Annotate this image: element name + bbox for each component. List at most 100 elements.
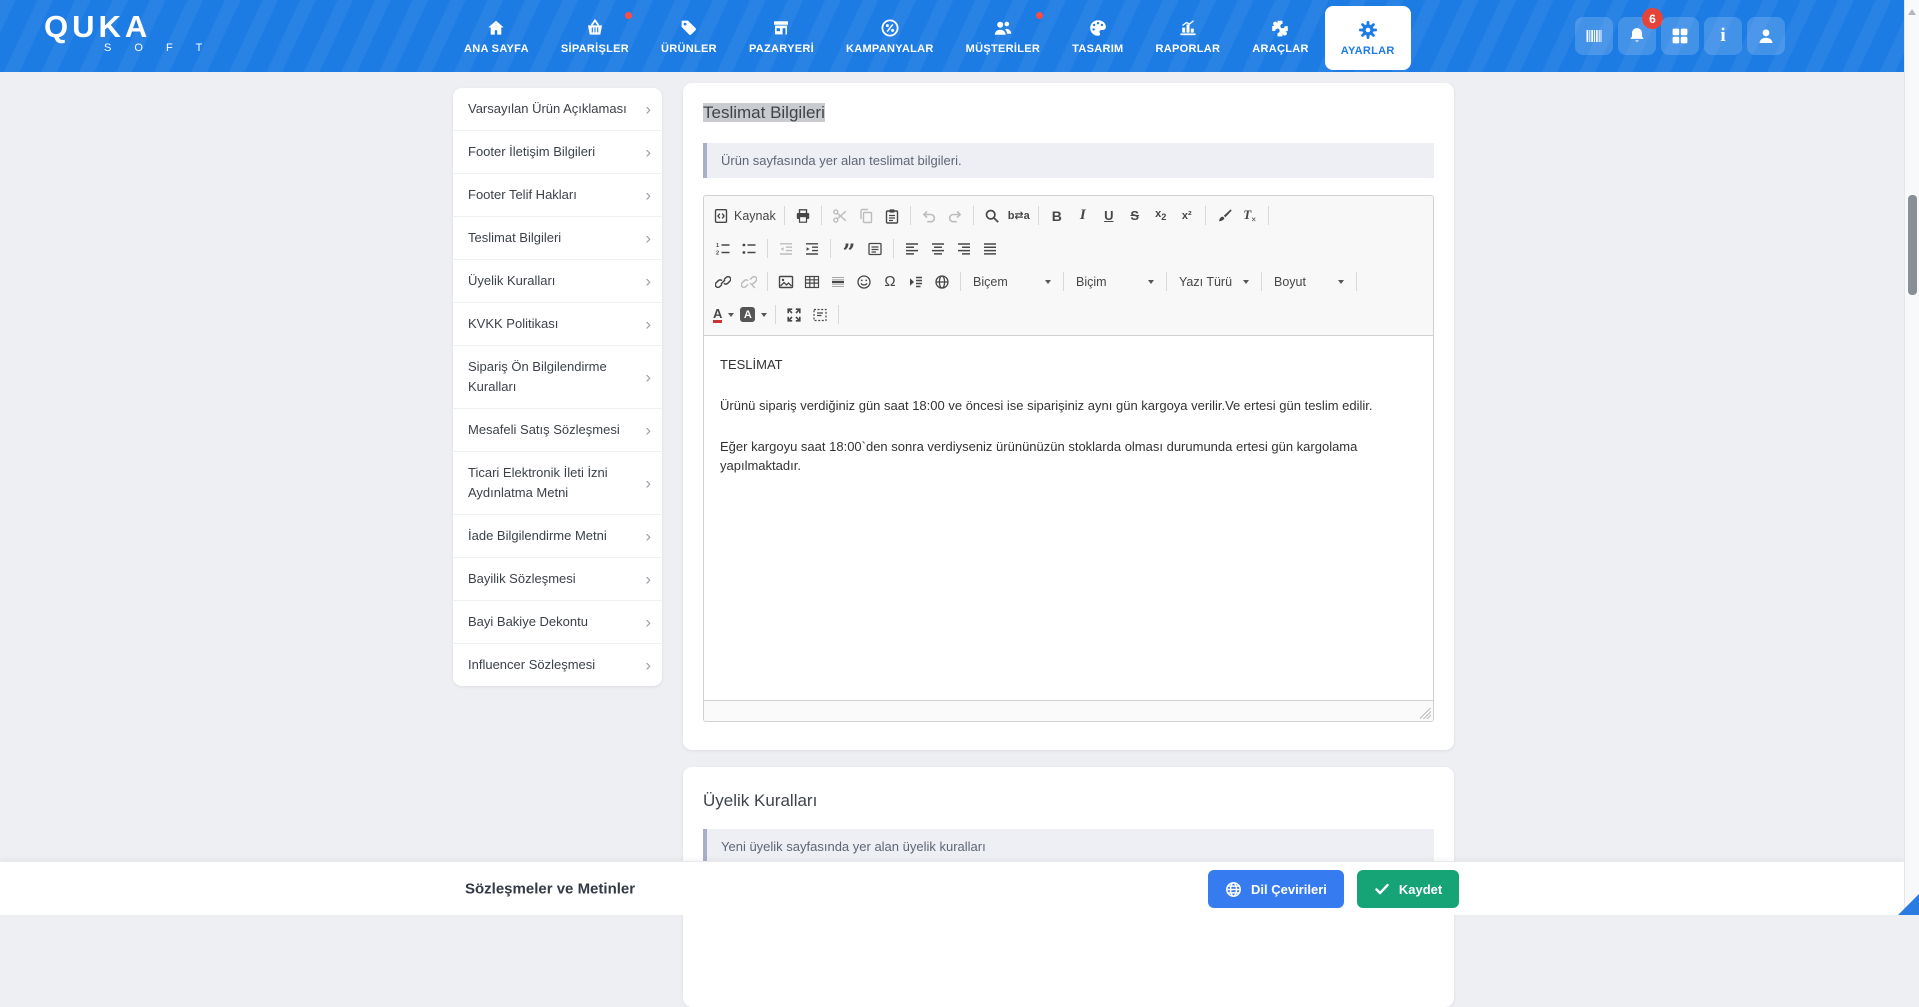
sidebar-item-bayi-bakiye-dekontu[interactable]: Bayi Bakiye Dekontu › [453, 601, 662, 644]
horizontal-rule-icon [830, 274, 846, 290]
nav-item-tasarim[interactable]: TASARIM [1056, 0, 1139, 72]
nav-item-ana-sayfa[interactable]: ANA SAYFA [448, 0, 545, 72]
text-color-button[interactable]: A [710, 303, 737, 327]
sidebar-item-influencer-sozlesmesi[interactable]: Influencer Sözleşmesi › [453, 644, 662, 686]
link-button[interactable] [710, 270, 736, 294]
background-color-icon: A [740, 307, 756, 322]
account-button[interactable] [1747, 17, 1785, 55]
nav-item-musteriler[interactable]: MÜŞTERİLER [950, 0, 1057, 72]
source-button[interactable]: Kaynak [710, 204, 779, 228]
replace-button[interactable]: b⇄a [1005, 204, 1033, 228]
nav-item-araclar[interactable]: ARAÇLAR [1236, 0, 1324, 72]
underline-button[interactable]: U [1096, 204, 1122, 228]
app-root: QUKA S O F T ANA SAYFA SİPARİŞLER ÜRÜNLE… [0, 0, 1919, 1007]
nav-label: ANA SAYFA [464, 42, 529, 55]
sidebar-item-mesafeli-satis-sozlesmesi[interactable]: Mesafeli Satış Sözleşmesi › [453, 409, 662, 452]
sidebar-item-label: Ticari Elektronik İleti İzni Aydınlatma … [468, 465, 608, 500]
maximize-button[interactable] [781, 303, 807, 327]
image-icon [778, 274, 794, 290]
print-button[interactable] [790, 204, 816, 228]
strikethrough-button[interactable]: S [1122, 204, 1148, 228]
redo-button[interactable] [942, 204, 968, 228]
nav-item-kampanyalar[interactable]: KAMPANYALAR [830, 0, 950, 72]
style-dropdown[interactable]: Biçem [966, 270, 1058, 294]
puzzle-icon [1270, 18, 1290, 38]
sidebar-item-uyelik-kurallari[interactable]: Üyelik Kuralları › [453, 260, 662, 303]
nav-label: KAMPANYALAR [845, 42, 934, 55]
font-dropdown[interactable]: Yazı Türü [1172, 270, 1256, 294]
nav-item-urunler[interactable]: ÜRÜNLER [645, 0, 733, 72]
align-center-button[interactable] [925, 237, 951, 261]
italic-button[interactable]: I [1070, 204, 1096, 228]
tag-icon [679, 18, 699, 38]
unlink-button[interactable] [736, 270, 762, 294]
nav-label: ARAÇLAR [1252, 42, 1309, 55]
brand-subtitle: S O F T [104, 42, 213, 54]
bulleted-list-button[interactable] [736, 237, 762, 261]
bold-button[interactable]: B [1044, 204, 1070, 228]
page-scrollbar[interactable] [1904, 0, 1919, 915]
blockquote-button[interactable]: ” [836, 237, 862, 264]
sidebar-item-bayilik-sozlesmesi[interactable]: Bayilik Sözleşmesi › [453, 558, 662, 601]
apps-button[interactable] [1661, 17, 1699, 55]
table-button[interactable] [799, 270, 825, 294]
nav-label: PAZARYERİ [748, 42, 814, 55]
smiley-button[interactable] [851, 270, 877, 294]
remove-format-button[interactable]: T× [1237, 204, 1263, 228]
check-icon [1374, 881, 1390, 897]
paste-button[interactable] [879, 204, 905, 228]
undo-button[interactable] [916, 204, 942, 228]
sidebar-item-varsayilan-urun-aciklamasi[interactable]: Varsayılan Ürün Açıklaması › [453, 88, 662, 131]
save-button[interactable]: Kaydet [1356, 870, 1460, 908]
format-dropdown-value: Biçim [1076, 274, 1107, 289]
globe-tool-button[interactable] [929, 270, 955, 294]
horizontal-rule-button[interactable] [825, 270, 851, 294]
show-blocks-button[interactable] [807, 303, 833, 327]
sidebar-item-teslimat-bilgileri[interactable]: Teslimat Bilgileri › [453, 217, 662, 260]
sidebar-item-label: Üyelik Kuralları [468, 273, 556, 288]
nav-item-pazaryeri[interactable]: PAZARYERİ [733, 0, 830, 72]
sidebar-item-iade-bilgilendirme-metni[interactable]: İade Bilgilendirme Metni › [453, 515, 662, 558]
chevron-down-icon [761, 312, 768, 317]
sidebar-item-footer-iletisim-bilgileri[interactable]: Footer İletişim Bilgileri › [453, 131, 662, 174]
cut-button[interactable] [827, 204, 853, 228]
indent-button[interactable] [799, 237, 825, 261]
sidebar-item-kvkk-politikasi[interactable]: KVKK Politikası › [453, 303, 662, 346]
outdent-button[interactable] [773, 237, 799, 261]
chevron-right-icon: › [645, 655, 651, 675]
div-container-button[interactable] [862, 237, 888, 261]
corner-fold-widget[interactable] [1898, 894, 1919, 915]
numbered-list-button[interactable]: 12 [710, 237, 736, 261]
language-translations-button[interactable]: Dil Çevirileri [1208, 870, 1344, 908]
align-left-button[interactable] [899, 237, 925, 261]
info-button[interactable]: i [1704, 17, 1742, 55]
section-note: Ürün sayfasında yer alan teslimat bilgil… [703, 143, 1434, 178]
editor-content-area[interactable]: TESLİMAT Ürünü sipariş verdiğiniz gün sa… [704, 336, 1433, 700]
nav-item-raporlar[interactable]: RAPORLAR [1140, 0, 1237, 72]
resize-grip[interactable] [1420, 708, 1431, 719]
notifications-button[interactable]: 6 [1618, 8, 1663, 55]
scroll-up-arrow-icon[interactable] [1908, 9, 1916, 15]
copy-button[interactable] [853, 204, 879, 228]
size-dropdown[interactable]: Boyut [1267, 270, 1351, 294]
subscript-button[interactable]: x2 [1148, 204, 1174, 228]
scrollbar-thumb[interactable] [1908, 195, 1917, 295]
sidebar-item-siparis-on-bilgilendirme[interactable]: Sipariş Ön Bilgilendirme Kuralları › [453, 346, 662, 409]
image-button[interactable] [773, 270, 799, 294]
page-break-button[interactable] [903, 270, 929, 294]
find-button[interactable] [979, 204, 1005, 228]
notification-dot [625, 12, 633, 19]
format-dropdown[interactable]: Biçim [1069, 270, 1161, 294]
sidebar-item-footer-telif-haklari[interactable]: Footer Telif Hakları › [453, 174, 662, 217]
justify-button[interactable] [977, 237, 1003, 261]
barcode-button[interactable] [1575, 17, 1613, 55]
superscript-button[interactable]: x² [1174, 204, 1200, 228]
special-character-button[interactable]: Ω [877, 270, 903, 294]
sidebar-item-ticari-elektronik-ileti[interactable]: Ticari Elektronik İleti İzni Aydınlatma … [453, 452, 662, 515]
brand-logo[interactable]: QUKA S O F T [44, 11, 213, 55]
nav-item-siparisler[interactable]: SİPARİŞLER [545, 0, 645, 72]
copy-formatting-button[interactable] [1211, 204, 1237, 228]
nav-item-ayarlar[interactable]: AYARLAR [1324, 6, 1411, 70]
background-color-button[interactable]: A [737, 303, 770, 327]
align-right-button[interactable] [951, 237, 977, 261]
